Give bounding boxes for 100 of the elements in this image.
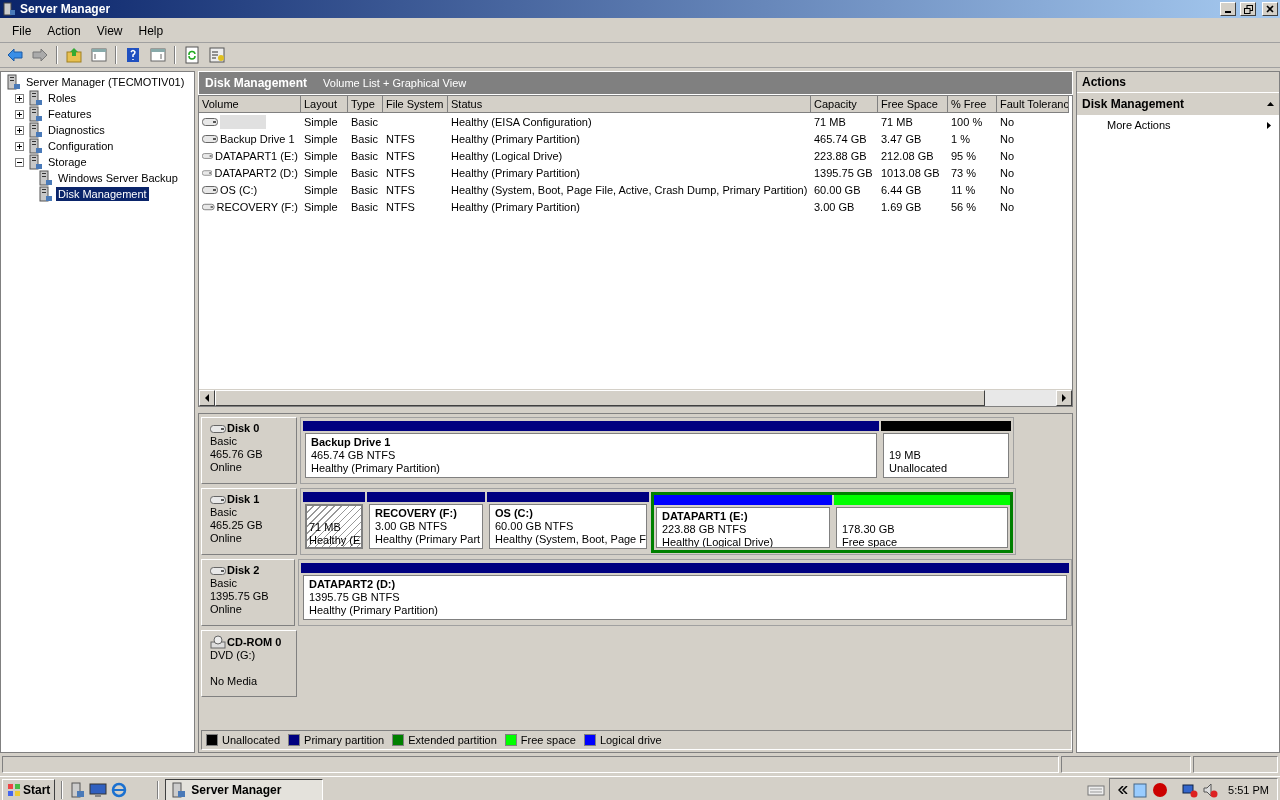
restore-button[interactable] — [1240, 2, 1256, 16]
table-cell: Backup Drive 1 — [220, 132, 295, 145]
table-cell: Healthy (Logical Drive) — [451, 149, 563, 162]
table-cell: NTFS — [386, 166, 415, 179]
table-cell: Simple — [304, 115, 338, 128]
volume-icon — [202, 167, 213, 178]
column-header[interactable]: File System — [383, 96, 448, 113]
table-cell: No — [1000, 183, 1015, 196]
actions-header: Actions — [1077, 72, 1279, 93]
tree-item[interactable]: Features — [46, 107, 94, 121]
column-header[interactable]: Volume — [199, 96, 301, 113]
disk-info: Basic — [210, 577, 238, 590]
disk-status: No Media — [210, 675, 259, 688]
browser-icon[interactable] — [111, 782, 128, 798]
start-button[interactable]: Start — [2, 779, 56, 800]
table-cell: 1395.75 GB — [814, 166, 873, 179]
expand-toggle[interactable] — [15, 93, 24, 103]
tree-item[interactable]: Diagnostics — [46, 123, 107, 137]
tree-item[interactable]: Disk Management — [56, 187, 149, 201]
server-icon[interactable] — [69, 782, 86, 798]
column-header[interactable]: Layout — [301, 96, 348, 113]
table-cell: NTFS — [386, 132, 415, 145]
server-icon — [37, 186, 53, 202]
server-icon — [37, 170, 53, 186]
table-cell: 11 % — [951, 183, 976, 196]
table-cell: 223.88 GB — [814, 149, 867, 162]
tree-item[interactable]: Configuration — [46, 139, 116, 153]
tray-app-icon[interactable] — [1152, 782, 1169, 798]
keyboard-icon — [1087, 784, 1106, 796]
tree-item[interactable]: Roles — [46, 91, 79, 105]
speaker-muted-icon[interactable] — [1202, 782, 1219, 798]
partition-box[interactable]: 19 MB Unallocated — [883, 433, 1009, 478]
actions-section[interactable]: Disk Management — [1077, 93, 1279, 115]
menu-item[interactable]: Action — [39, 22, 89, 40]
taskbar-button[interactable]: Server Manager — [165, 779, 324, 800]
table-cell: Simple — [304, 183, 338, 196]
collapse-caret-icon — [1267, 102, 1274, 106]
table-cell: 3.47 GB — [881, 132, 922, 145]
menu-item[interactable]: View — [88, 22, 131, 40]
expand-toggle[interactable] — [15, 157, 24, 167]
column-header[interactable]: Type — [348, 96, 383, 113]
disk-info: 1395.75 GB — [210, 590, 270, 603]
minimize-button[interactable] — [1220, 2, 1236, 16]
restore-icon — [1243, 4, 1253, 14]
expand-toggle[interactable] — [15, 125, 24, 135]
disk-info: Online — [210, 603, 243, 616]
partition-box[interactable]: RECOVERY (F:) 3.00 GB NTFS Healthy (Primary Part — [369, 504, 483, 549]
column-header[interactable]: Capacity — [811, 96, 878, 113]
pane-title: Disk Management — [205, 76, 308, 90]
windows-flag-icon — [7, 783, 21, 797]
column-header[interactable]: Free Space — [878, 96, 948, 113]
desktop-icon[interactable] — [89, 782, 108, 798]
pane-subtitle: Volume List + Graphical View — [323, 77, 467, 89]
chevron-icon[interactable] — [1118, 786, 1129, 794]
scroll-left-button[interactable] — [199, 390, 215, 406]
server-icon — [27, 90, 43, 106]
server-icon — [27, 106, 43, 122]
column-header[interactable]: Fault Toleranc — [997, 96, 1069, 113]
menu-item[interactable]: File — [4, 22, 40, 40]
table-cell: Healthy (Primary Partition) — [451, 132, 580, 145]
scroll-right-button[interactable] — [1056, 390, 1072, 406]
table-cell: Simple — [304, 132, 338, 145]
table-cell: Healthy (Primary Partition) — [451, 166, 580, 179]
disk-info: 465.76 GB — [210, 448, 264, 461]
network-icon[interactable] — [1182, 782, 1199, 798]
partition-box[interactable]: OS (C:) 60.00 GB NTFS Healthy (System, Boot, Page F — [489, 504, 647, 549]
partition-box[interactable]: 71 MB Healthy (E — [305, 504, 363, 549]
server-icon — [5, 74, 21, 90]
disk-name: CD-ROM 0 — [227, 635, 282, 649]
plus-icon — [16, 126, 23, 134]
partition-box[interactable]: Backup Drive 1 465.74 GB NTFS Healthy (Primary Partition) — [305, 433, 877, 478]
expand-toggle[interactable] — [15, 109, 24, 119]
volume-icon — [202, 184, 218, 195]
tree-item[interactable]: Storage — [46, 155, 89, 169]
left-arrow-icon — [204, 394, 210, 402]
close-button[interactable] — [1262, 2, 1278, 16]
table-cell: Healthy (System, Boot, Page File, Active, Crash Dump, Primary Partition) — [451, 183, 808, 196]
table-cell: No — [1000, 200, 1015, 213]
tree-item[interactable]: Server Manager (TECMOTIV01) — [24, 75, 187, 89]
expand-toggle[interactable] — [15, 141, 24, 151]
properties-icon[interactable] — [206, 44, 228, 66]
menu-item[interactable]: Help — [130, 22, 172, 40]
table-cell: OS (C:) — [220, 183, 258, 196]
scroll-thumb[interactable] — [215, 390, 985, 406]
table-cell: 1 % — [951, 132, 970, 145]
table-cell: 465.74 GB — [814, 132, 867, 145]
partition-box[interactable]: DATAPART2 (D:) 1395.75 GB NTFS Healthy (Primary Partition) — [303, 575, 1067, 620]
tree-item[interactable]: Windows Server Backup — [56, 171, 180, 185]
submenu-arrow-icon — [1267, 121, 1271, 129]
table-cell: 71 MB — [814, 115, 846, 128]
plus-icon — [16, 94, 23, 102]
close-icon — [1266, 5, 1274, 13]
table-cell: Basic — [351, 200, 378, 213]
disk-info: Basic — [210, 435, 238, 448]
table-cell: 1.69 GB — [881, 200, 922, 213]
plus-icon — [16, 110, 23, 118]
column-header[interactable]: % Free — [948, 96, 997, 113]
disk-info: Online — [210, 461, 243, 474]
table-cell: 1013.08 GB — [881, 166, 940, 179]
column-header[interactable]: Status — [448, 96, 811, 113]
